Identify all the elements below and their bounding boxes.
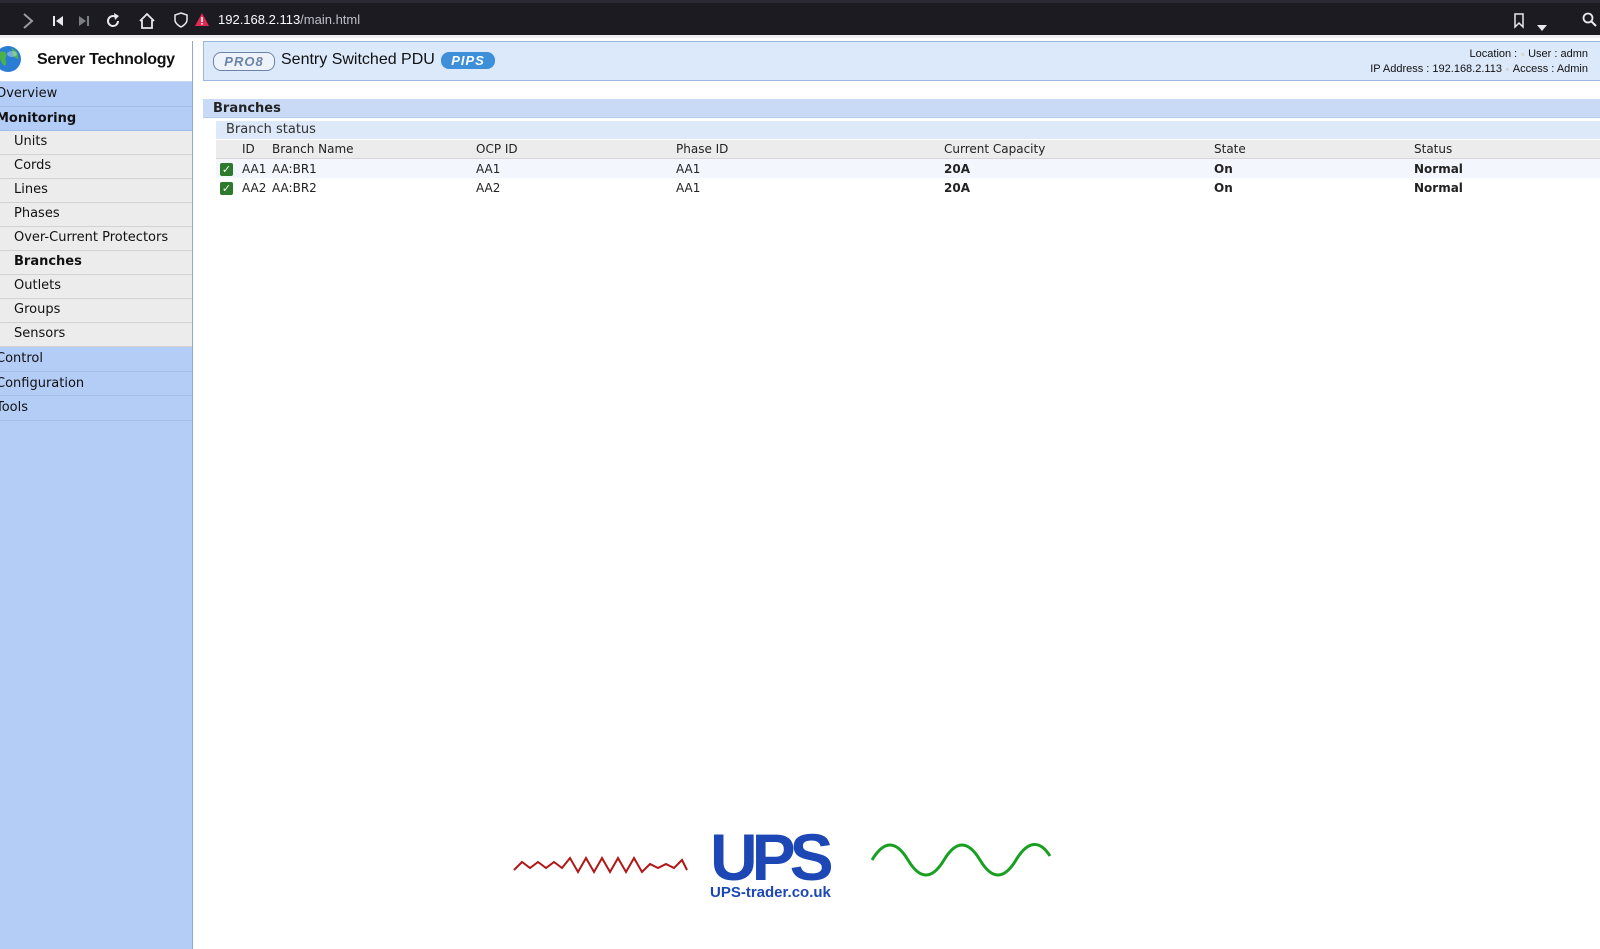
nav-phases[interactable]: Phases [0, 203, 192, 227]
branch-status-table: ID Branch Name OCP ID Phase ID Current C… [216, 140, 1600, 197]
cell-current-capacity: 20A [944, 180, 970, 195]
forward-icon[interactable] [16, 9, 40, 33]
nav-groups[interactable]: Groups [0, 299, 192, 323]
nav-branches[interactable]: Branches [0, 251, 192, 275]
url-text[interactable]: 192.168.2.113/main.html [218, 12, 360, 27]
col-phase-id: Phase ID [672, 140, 940, 159]
cell-status: Normal [1414, 161, 1463, 176]
col-status: Status [1410, 140, 1600, 159]
nav-cords[interactable]: Cords [0, 155, 192, 179]
cell-state: On [1214, 161, 1233, 176]
table-row: ✓ AA1 AA:BR1 AA1 AA1 20A On Normal [216, 158, 1600, 179]
table-header-row: ID Branch Name OCP ID Phase ID Current C… [216, 140, 1600, 159]
location-label: Location : [1469, 48, 1518, 60]
nav-lines[interactable]: Lines [0, 179, 192, 203]
url-host: 192.168.2.113 [218, 12, 301, 27]
product-title: Sentry Switched PDU [281, 51, 435, 68]
col-select [216, 140, 238, 159]
panel-title: Branch status [216, 121, 1600, 139]
checkbox-checked-icon[interactable]: ✓ [220, 181, 233, 195]
sidebar: Server Technology Overview Monitoring Un… [0, 41, 193, 949]
col-state: State [1210, 140, 1410, 159]
ups-waveform-logo-icon: UPS [513, 820, 1052, 894]
ip-address-label: IP Address : 192.168.2.113 [1370, 63, 1502, 75]
cell-status: Normal [1414, 180, 1463, 195]
checkbox-checked-icon[interactable]: ✓ [220, 162, 233, 176]
table-row: ✓ AA2 AA:BR2 AA2 AA1 20A On Normal [216, 178, 1600, 197]
col-branch-name: Branch Name [268, 140, 472, 159]
col-id: ID [238, 140, 268, 159]
cell-phase-id-link[interactable]: AA1 [672, 178, 940, 197]
brand-name: Server Technology [37, 51, 175, 68]
separator-icon: ▫ [1521, 50, 1525, 59]
brand-header: Server Technology [0, 41, 192, 82]
pips-badge: PIPS [441, 52, 495, 69]
cell-id: AA2 [242, 180, 267, 195]
separator-icon: ▫ [1505, 65, 1509, 74]
nav-units[interactable]: Units [0, 131, 192, 155]
home-icon[interactable] [135, 9, 159, 33]
col-current-capacity: Current Capacity [940, 140, 1210, 159]
nav-monitoring[interactable]: Monitoring [0, 107, 192, 131]
globe-logo-icon [0, 46, 21, 72]
nav-configuration[interactable]: Configuration [0, 372, 192, 396]
cell-branch-name: AA:BR1 [272, 161, 317, 176]
cell-state: On [1214, 180, 1233, 195]
cell-phase-id-link[interactable]: AA1 [672, 159, 940, 179]
nav-control[interactable]: Control [0, 347, 192, 372]
cell-current-capacity: 20A [944, 161, 970, 176]
col-ocp-id: OCP ID [472, 140, 672, 159]
nav-overview[interactable]: Overview [0, 82, 192, 107]
cell-ocp-id-link[interactable]: AA1 [472, 159, 672, 179]
nav-outlets[interactable]: Outlets [0, 275, 192, 299]
pro8-badge: PRO8 [213, 52, 275, 71]
chevron-down-icon[interactable] [1537, 17, 1547, 36]
address-bar[interactable]: 192.168.2.113/main.html [170, 8, 1585, 34]
shield-icon[interactable] [174, 12, 188, 32]
product-header: PRO8 Sentry Switched PDU PIPS Location :… [203, 41, 1600, 81]
nav-over-current-protectors[interactable]: Over-Current Protectors [0, 227, 192, 251]
ups-trader-logo: UPS UPS-trader.co.uk [512, 820, 1062, 910]
cell-id: AA1 [242, 161, 267, 176]
bookmark-icon[interactable] [1513, 13, 1525, 33]
search-icon[interactable] [1582, 12, 1598, 32]
user-label: User : admn [1528, 48, 1588, 60]
browser-toolbar: 192.168.2.113/main.html [0, 0, 1600, 38]
section-title: Branches [203, 99, 1600, 118]
device-info: Location : ▫ User : admn IP Address : 192.… [1370, 47, 1588, 77]
nav-tools[interactable]: Tools [0, 396, 192, 421]
nav-sensors[interactable]: Sensors [0, 323, 192, 347]
logo-caption: UPS-trader.co.uk [710, 884, 831, 901]
cell-branch-name: AA:BR2 [272, 180, 317, 195]
access-label: Access : Admin [1512, 63, 1588, 75]
toolbar-divider [0, 35, 1600, 38]
warning-icon[interactable] [194, 12, 210, 32]
cell-ocp-id-link[interactable]: AA2 [472, 178, 672, 197]
skip-forward-icon[interactable] [72, 9, 96, 33]
url-path: /main.html [300, 12, 361, 27]
skip-back-icon[interactable] [46, 9, 70, 33]
reload-icon[interactable] [101, 9, 125, 33]
ups-logo-text: UPS [710, 820, 832, 890]
